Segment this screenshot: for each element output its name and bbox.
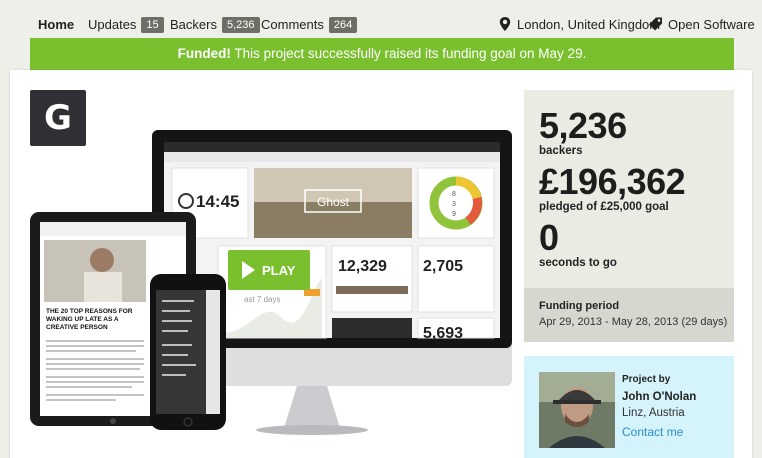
graph-caption: ast 7 days	[244, 295, 280, 304]
dashboard-stat-b: 2,705	[423, 258, 463, 275]
seconds-value: 0	[539, 217, 559, 258]
backers-label: backers	[539, 145, 583, 157]
creator-avatar	[539, 372, 615, 448]
article-photo-shirt	[84, 272, 122, 302]
imac-base	[256, 425, 368, 435]
funded-banner: Funded! This project successfully raised…	[30, 38, 734, 70]
dashboard-stat-a: 12,329	[338, 258, 387, 275]
funding-period-value: Apr 29, 2013 - May 28, 2013 (29 days)	[539, 316, 728, 328]
stat-widget-b	[417, 245, 495, 313]
funding-stats: 5,236 backers £196,362 pledged of £25,00…	[524, 90, 734, 288]
creator-box: Project by John O'Nolan Linz, Austria Co…	[524, 356, 734, 458]
graph-marker	[304, 289, 320, 296]
map-pin-icon	[499, 17, 511, 31]
iphone-content-edge	[206, 290, 220, 414]
updates-count-badge: 15	[141, 17, 164, 33]
comments-count-badge: 264	[328, 17, 358, 33]
banner-text: This project successfully raised its fun…	[234, 46, 587, 61]
tab-updates[interactable]: Updates 15	[88, 16, 164, 34]
ipad-toolbar	[40, 222, 186, 236]
funding-period-label: Funding period	[539, 300, 620, 312]
tag-icon	[649, 17, 662, 31]
donut-number-2: 3	[452, 201, 456, 208]
location-label: London, United Kingdom	[517, 17, 661, 32]
play-label: PLAY	[262, 263, 296, 278]
article-title: THE 20 TOP REASONS FOR WAKING UP LATE AS…	[46, 308, 133, 331]
donut-number-1: 8	[452, 191, 456, 198]
location-link[interactable]: London, United Kingdom	[499, 16, 660, 34]
dashboard-topbar	[164, 142, 500, 152]
creator-kicker: Project by	[622, 374, 671, 385]
project-video[interactable]: 14:45 Ghost 8 3 9 ast 7 days 12,329 2,70…	[22, 128, 514, 458]
article-photo-face	[90, 248, 114, 272]
category-link[interactable]: Open Software	[649, 16, 755, 34]
banner-strong: Funded!	[177, 46, 231, 61]
seconds-label: seconds to go	[539, 257, 617, 269]
donut-number-3: 9	[452, 211, 456, 218]
tab-backers[interactable]: Backers 5,236	[170, 16, 260, 34]
ipad-home-button	[110, 418, 116, 424]
tab-backers-label: Backers	[170, 17, 217, 32]
dashboard-brand: Ghost	[317, 195, 350, 209]
funding-period: Funding period Apr 29, 2013 - May 28, 20…	[524, 288, 734, 342]
creator-location: Linz, Austria	[622, 407, 685, 419]
tab-comments-label: Comments	[261, 17, 324, 32]
avatar-strip	[336, 286, 408, 294]
category-label: Open Software	[668, 17, 755, 32]
creator-name: John O'Nolan	[622, 391, 697, 403]
article-title-box: THE 20 TOP REASONS FOR WAKING UP LATE AS…	[46, 308, 133, 331]
pledged-label: pledged of £25,000 goal	[539, 201, 669, 213]
pledged-value: £196,362	[539, 161, 686, 202]
settings-widget	[332, 318, 412, 338]
backers-value: 5,236	[539, 105, 627, 146]
tab-comments[interactable]: Comments 264	[261, 16, 358, 34]
tab-updates-label: Updates	[88, 17, 137, 32]
tab-home[interactable]: Home	[38, 16, 74, 34]
dashboard-stat-c: 5,693	[423, 325, 463, 342]
stat-widget-a	[331, 245, 413, 313]
backers-count-badge: 5,236	[221, 17, 260, 33]
imac-stand	[284, 386, 340, 428]
contact-me-link[interactable]: Contact me	[622, 425, 683, 439]
tab-home-label: Home	[38, 17, 75, 32]
dashboard-toolbar	[164, 152, 500, 162]
dashboard-time: 14:45	[196, 192, 239, 211]
